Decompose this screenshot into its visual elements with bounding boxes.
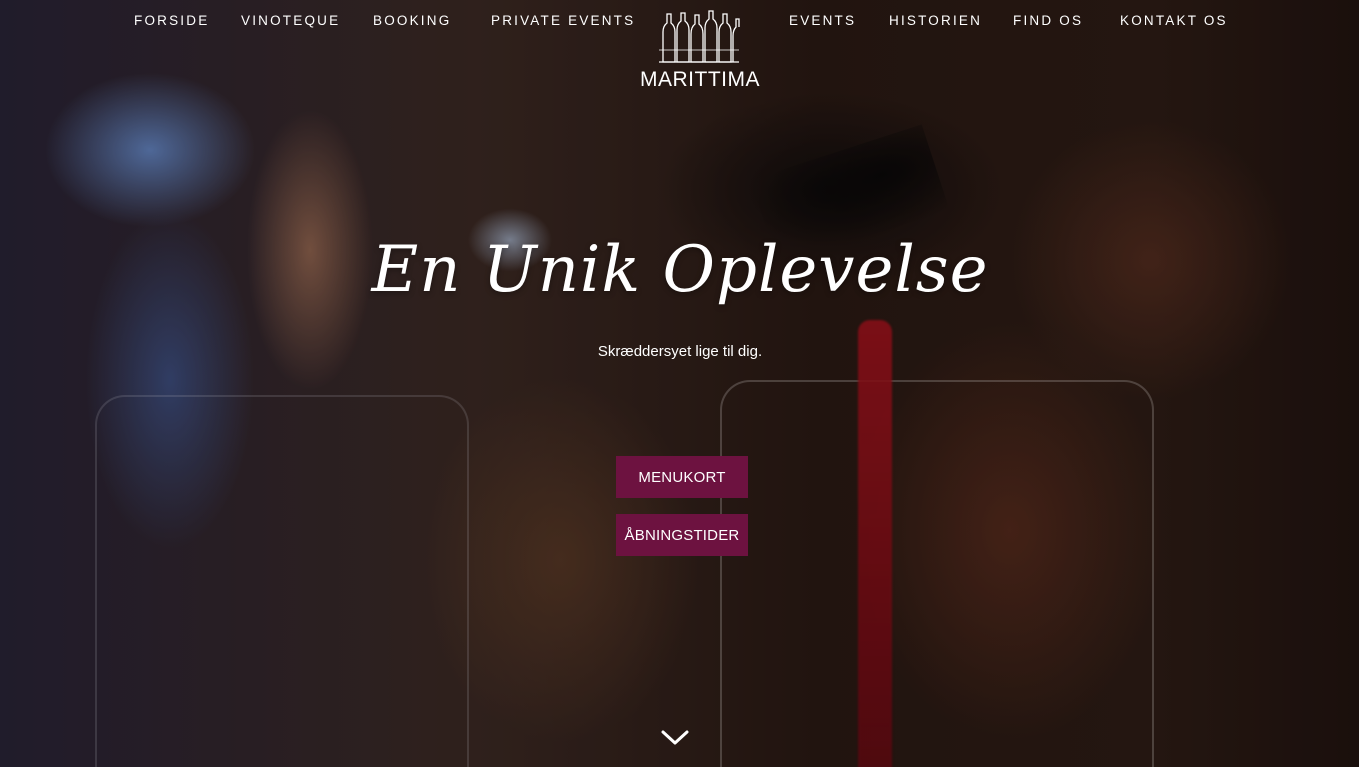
main-navigation: FORSIDE VINOTEQUE BOOKING PRIVATE EVENTS… xyxy=(0,0,1359,100)
logo-text: MARITTIMA xyxy=(640,68,760,91)
nav-kontakt-os[interactable]: KONTAKT OS xyxy=(1120,13,1228,29)
nav-vinoteque[interactable]: VINOTEQUE xyxy=(241,13,340,29)
wine-bottles-icon xyxy=(659,10,740,63)
nav-find-os[interactable]: FIND OS xyxy=(1013,13,1083,29)
menu-button[interactable]: MENUKORT xyxy=(616,456,748,498)
hero-overlay xyxy=(0,0,1359,767)
nav-historien[interactable]: HISTORIEN xyxy=(889,13,982,29)
nav-events[interactable]: EVENTS xyxy=(789,13,856,29)
nav-forside[interactable]: FORSIDE xyxy=(134,13,209,29)
logo[interactable]: MARITTIMA xyxy=(640,10,760,94)
chevron-down-icon xyxy=(661,730,689,745)
opening-hours-button[interactable]: ÅBNINGSTIDER xyxy=(616,514,748,556)
hero-headline: En Unik Oplevelse xyxy=(371,233,989,307)
hero-background-image xyxy=(0,0,1359,767)
scroll-down-button[interactable] xyxy=(660,726,690,748)
nav-booking[interactable]: BOOKING xyxy=(373,13,451,29)
hero-subtitle: Skræddersyet lige til dig. xyxy=(597,343,763,360)
nav-private-events[interactable]: PRIVATE EVENTS xyxy=(491,13,635,29)
